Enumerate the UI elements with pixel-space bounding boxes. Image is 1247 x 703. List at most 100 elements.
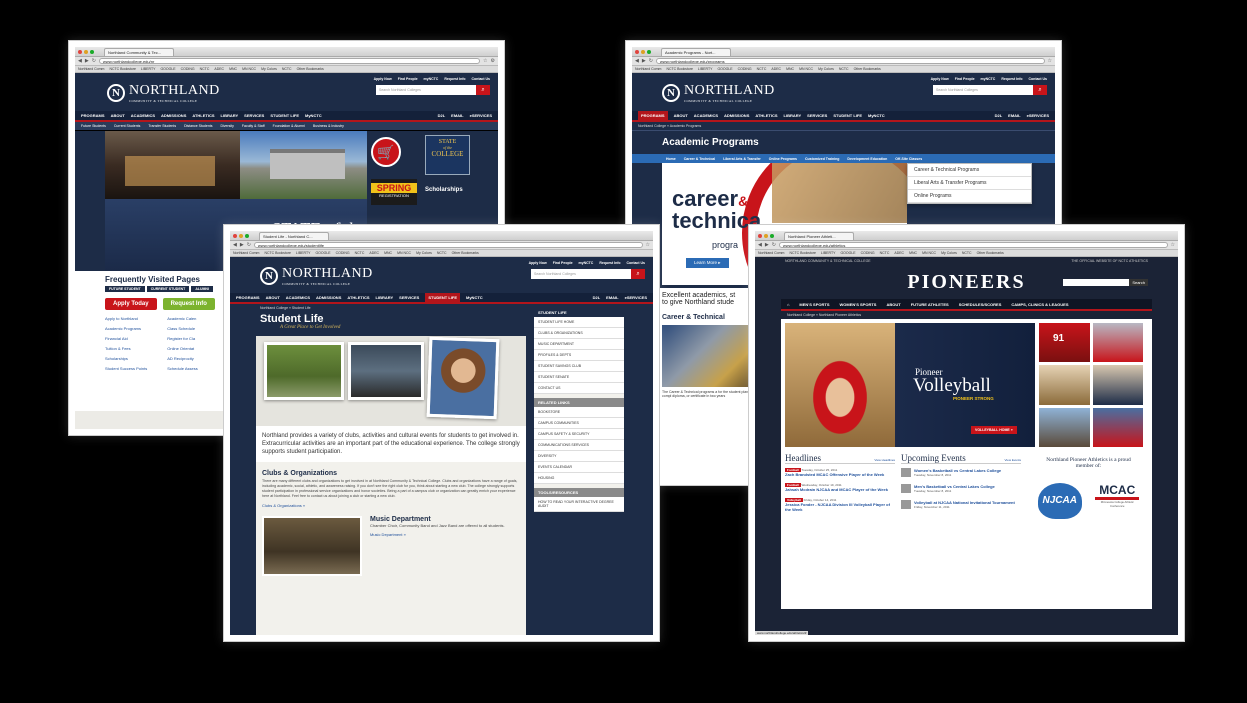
bookmark-item[interactable]: MN NCC [397, 251, 411, 255]
quick-link[interactable]: Class Schedule [167, 326, 197, 331]
utility-link[interactable]: Apply Now [931, 77, 949, 81]
sidebar-link[interactable]: STUDENT LIFE HOME [534, 317, 624, 328]
athletics-nav-item[interactable]: SCHEDULES/SCORES [959, 302, 1002, 307]
dropdown-item[interactable]: Liberal Arts & Transfer Programs [908, 177, 1031, 190]
quick-link[interactable]: Academic Programs [105, 326, 147, 331]
programs-subnav-item[interactable]: Off-Site Classes [895, 157, 922, 161]
bookmark-item[interactable]: NCTC Bookstore [666, 67, 692, 71]
browser-tab[interactable]: Northland Community & Tec... [104, 47, 174, 56]
quick-link[interactable]: AD Reciprocity [167, 356, 197, 361]
close-icon[interactable] [78, 49, 82, 54]
bookmark-item[interactable]: NCTC [880, 251, 890, 255]
bookmark-item[interactable]: GOOGLE [840, 251, 855, 255]
url-field[interactable]: www.northlandcollege.edu/programs [655, 58, 1045, 64]
headline-title[interactable]: Jahsah Mcdrain NJCAA and MCAC Player of … [785, 487, 895, 492]
search-input[interactable] [1063, 279, 1130, 286]
bookmark-item[interactable]: MN NCC [242, 67, 256, 71]
quick-link[interactable]: Academic Calen [167, 316, 197, 321]
audience-link[interactable]: Current Students [114, 124, 140, 128]
nav-item[interactable]: STUDENT LIFE [425, 293, 460, 302]
athletics-nav-item[interactable]: WOMEN'S SPORTS [840, 302, 877, 307]
dropdown-item[interactable]: Career & Technical Programs [908, 164, 1031, 177]
audience-link[interactable]: Distance Students [184, 124, 212, 128]
related-link[interactable]: CAMPUS COMMUNITIES [534, 418, 624, 429]
quick-link[interactable]: Student Success Points [105, 366, 147, 371]
programs-subnav-item[interactable]: Liberal Arts & Transfer [723, 157, 761, 161]
minimize-icon[interactable] [641, 49, 645, 54]
star-icon[interactable]: ☆ [1048, 58, 1052, 64]
programs-subnav-item[interactable]: Online Programs [769, 157, 797, 161]
nav-item[interactable]: ADMISSIONS [316, 295, 341, 300]
nav-right-item[interactable]: eSERVICES [470, 113, 492, 118]
nav-right-item[interactable]: eSERVICES [625, 295, 647, 300]
close-icon[interactable] [233, 233, 237, 238]
related-link[interactable]: DIVERSITY [534, 451, 624, 462]
view-events-link[interactable]: View Events [1005, 458, 1021, 462]
nav-item[interactable]: SERVICES [807, 113, 827, 118]
related-link[interactable]: COMMUNICATIONS SERVICES [534, 440, 624, 451]
star-icon[interactable]: ☆ [483, 58, 487, 64]
back-icon[interactable]: ◀ [758, 242, 762, 248]
bookmark-item[interactable]: Northland Comm [233, 251, 259, 255]
basketball-thumb[interactable] [1039, 365, 1090, 405]
minimize-icon[interactable] [84, 49, 88, 54]
fvp-tab[interactable]: FUTURE STUDENT [105, 286, 145, 292]
event-item[interactable]: Volleyball at NJCAA National Invitationa… [901, 500, 1021, 509]
bookmark-item[interactable]: My Colors [941, 251, 957, 255]
utility-link[interactable]: Contact Us [472, 77, 490, 81]
view-headlines-link[interactable]: View Headlines [874, 458, 895, 462]
programs-subnav-item[interactable]: Customized Training [805, 157, 839, 161]
nav-item[interactable]: ADMISSIONS [161, 113, 186, 118]
nav-item[interactable]: SERVICES [399, 295, 419, 300]
learn-more-button[interactable]: Learn More ▸ [686, 258, 729, 268]
bookmark-item[interactable]: NCTC [200, 67, 210, 71]
programs-subnav-item[interactable]: Home [666, 157, 676, 161]
bookmark-item[interactable]: CODING [738, 67, 752, 71]
nav-item[interactable]: ATHLETICS [192, 113, 214, 118]
forward-icon[interactable]: ▶ [642, 58, 646, 64]
music-link[interactable]: Music Department » [370, 532, 510, 537]
search-input[interactable]: Search Northland Colleges [933, 85, 1033, 95]
back-icon[interactable]: ◀ [78, 58, 82, 64]
nav-right-item[interactable]: EMAIL [451, 113, 463, 118]
home-icon[interactable]: ⌂ [787, 302, 789, 307]
utility-link[interactable]: Contact Us [1029, 77, 1047, 81]
athletics-nav-item[interactable]: FUTURE ATHLETES [911, 302, 949, 307]
northland-logo[interactable]: N NORTHLAND COMMUNITY & TECHNICAL COLLEG… [107, 83, 220, 103]
bookmark-item[interactable]: NCTC [962, 251, 972, 255]
headline-title[interactable]: Zach Brandsted MCAC Offensive Player of … [785, 472, 895, 477]
headline-item[interactable]: Football Wednesday, October 19, 2011 Jahs… [785, 483, 895, 492]
programs-subnav-item[interactable]: Development Education [847, 157, 887, 161]
state-of-college-promo[interactable]: STATE of the COLLEGE [425, 135, 470, 175]
reload-icon[interactable]: ↻ [247, 242, 251, 248]
nav-item[interactable]: STUDENT LIFE [270, 113, 299, 118]
browser-tab[interactable]: Student Life - Northland C... [259, 231, 329, 240]
nav-item[interactable]: ACADEMICS [694, 113, 718, 118]
bookmark-item[interactable]: Other Bookmarks [297, 67, 324, 71]
headline-item[interactable]: Football Tuesday, October 25, 2011 Zach B… [785, 468, 895, 477]
audience-link[interactable]: Foundation & Alumni [273, 124, 305, 128]
athletics-nav-item[interactable]: MEN'S SPORTS [799, 302, 829, 307]
bookmark-item[interactable]: NCTC Bookstore [264, 251, 290, 255]
audience-link[interactable]: Transfer Students [148, 124, 176, 128]
northland-logo[interactable]: N NORTHLAND COMMUNITY & TECHNICAL COLLEG… [662, 83, 775, 103]
sidebar-link[interactable]: CONTACT US [534, 383, 624, 394]
tools-link[interactable]: HOW TO READ YOUR INTERACTIVE DEGREE AUDI… [534, 497, 624, 512]
fvp-tab[interactable]: CURRENT STUDENT [146, 286, 190, 292]
nav-item[interactable]: ABOUT [266, 295, 280, 300]
bookmark-item[interactable]: CODING [181, 67, 195, 71]
zoom-icon[interactable] [90, 49, 94, 54]
zoom-icon[interactable] [770, 233, 774, 238]
nav-item[interactable]: LIBRARY [784, 113, 802, 118]
utility-link[interactable]: Find People [955, 77, 975, 81]
bookmark-item[interactable]: NCTC [757, 67, 767, 71]
bookmark-item[interactable]: MNC [909, 251, 917, 255]
bookmark-item[interactable]: LIBERTY [141, 67, 156, 71]
url-field[interactable]: www.northlandcollege.edu/studentlife [253, 242, 643, 248]
nav-right-item[interactable]: eSERVICES [1027, 113, 1049, 118]
back-icon[interactable]: ◀ [635, 58, 639, 64]
minimize-icon[interactable] [764, 233, 768, 238]
reload-icon[interactable]: ↻ [772, 242, 776, 248]
team-thumb[interactable] [1092, 365, 1143, 405]
bookmark-item[interactable]: NCTC [839, 67, 849, 71]
